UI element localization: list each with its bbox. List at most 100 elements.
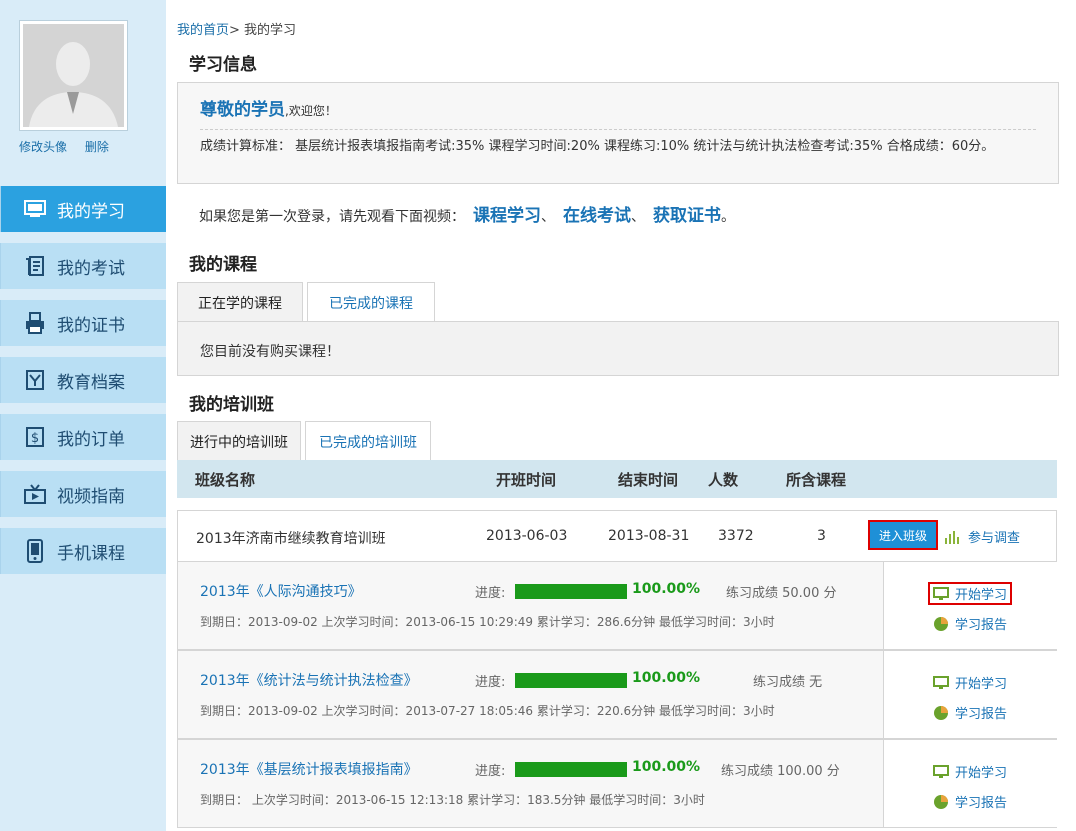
study-report-button[interactable]: 学习报告 [933, 792, 1007, 811]
sidebar-item-video-guide[interactable]: 视频指南 [0, 471, 166, 517]
study-report-button[interactable]: 学习报告 [933, 614, 1007, 633]
video-link-get-certificate[interactable]: 获取证书 [653, 206, 721, 226]
training-tabs: 进行中的培训班 已完成的培训班 [177, 421, 435, 461]
course-title-link[interactable]: 2013年《人际沟通技巧》 [200, 581, 362, 601]
divider [200, 129, 1036, 130]
delete-avatar-link[interactable]: 删除 [85, 140, 109, 154]
progress-bar [515, 762, 627, 777]
header-count: 人数 [708, 470, 739, 489]
header-class-name: 班级名称 [195, 470, 256, 489]
monitor-icon [933, 586, 949, 601]
breadcrumb: 我的首页> 我的学习 [177, 19, 296, 38]
start-study-label: 开始学习 [955, 588, 1008, 603]
tab-completed-training[interactable]: 已完成的培训班 [305, 421, 431, 461]
progress-label: 进度: [475, 764, 506, 779]
archive-icon [23, 368, 47, 392]
practice-score: 练习成绩 100.00 分 [721, 764, 840, 779]
sidebar-item-my-exams[interactable]: 我的考试 [0, 243, 166, 289]
course-row: 2013年《人际沟通技巧》 进度: 100.00% 练习成绩 50.00 分 到… [177, 561, 1057, 650]
start-study-button[interactable]: 开始学习 [928, 582, 1013, 605]
tab-ongoing-training[interactable]: 进行中的培训班 [177, 421, 301, 461]
sidebar-item-mobile-courses[interactable]: 手机课程 [0, 528, 166, 574]
progress-label: 进度: [475, 675, 506, 690]
sidebar-item-label: 手机课程 [57, 543, 125, 564]
svg-text:$: $ [31, 431, 39, 446]
class-count: 3372 [718, 528, 754, 544]
link-separator: 、 [631, 209, 645, 225]
course-title-link[interactable]: 2013年《基层统计报表填报指南》 [200, 759, 418, 779]
avatar[interactable] [19, 20, 128, 131]
progress-label: 进度: [475, 586, 506, 601]
breadcrumb-separator: > [229, 23, 240, 38]
progress-bar [515, 673, 627, 688]
bar-chart-icon [944, 530, 960, 544]
enter-class-button[interactable]: 进入班级 [868, 520, 938, 550]
course-title-link[interactable]: 2013年《统计法与统计执法检查》 [200, 670, 418, 690]
welcome-text: ,欢迎您！ [285, 104, 337, 118]
pie-chart-icon [933, 794, 949, 810]
start-study-button[interactable]: 开始学习 [933, 673, 1007, 692]
start-study-button[interactable]: 开始学习 [933, 762, 1007, 781]
start-study-label: 开始学习 [955, 677, 1008, 692]
video-link-online-exam[interactable]: 在线考试 [563, 206, 631, 226]
monitor-icon [23, 197, 47, 221]
sidebar-item-label: 我的订单 [57, 429, 125, 450]
course-meta: 到期日：2013-09-02 上次学习时间：2013-07-27 18:05:4… [200, 704, 775, 718]
avatar-placeholder-icon [23, 24, 124, 127]
class-name: 2013年济南市继续教育培训班 [196, 531, 386, 547]
progress-value: 100.00% [632, 670, 701, 686]
exam-paper-icon [23, 254, 47, 278]
sidebar-item-my-certificates[interactable]: 我的证书 [0, 300, 166, 346]
sidebar-item-my-study[interactable]: 我的学习 [0, 186, 166, 232]
sidebar: 修改头像 删除 我的学习 我的考试 我的证书 教育档案 $ 我的订单 视频指南 … [0, 0, 166, 831]
course-row: 2013年《统计法与统计执法检查》 进度: 100.00% 练习成绩 无 到期日… [177, 650, 1057, 739]
header-start-date: 开班时间 [496, 470, 557, 489]
change-avatar-link[interactable]: 修改头像 [19, 140, 67, 154]
link-separator: 。 [721, 209, 735, 225]
practice-score: 练习成绩 无 [753, 675, 823, 690]
tv-icon [23, 482, 47, 506]
start-study-label: 开始学习 [955, 766, 1008, 781]
training-title: 我的培训班 [189, 395, 274, 415]
sidebar-item-label: 教育档案 [57, 372, 125, 393]
grading-criteria: 成绩计算标准： 基层统计报表填报指南考试:35% 课程学习时间:20% 课程练习… [200, 139, 995, 154]
course-meta: 到期日：2013-09-02 上次学习时间：2013-06-15 10:29:4… [200, 615, 775, 629]
sidebar-item-education-archive[interactable]: 教育档案 [0, 357, 166, 403]
breadcrumb-current: 我的学习 [239, 23, 297, 38]
study-info-box: 尊敬的学员,欢迎您！ 成绩计算标准： 基层统计报表填报指南考试:35% 课程学习… [177, 82, 1059, 184]
study-report-label: 学习报告 [955, 796, 1008, 811]
course-row: 2013年《基层统计报表填报指南》 进度: 100.00% 练习成绩 100.0… [177, 739, 1057, 828]
monitor-icon [933, 675, 949, 690]
survey-label: 参与调查 [968, 531, 1021, 546]
pie-chart-icon [933, 705, 949, 721]
progress-value: 100.00% [632, 581, 701, 597]
header-courses: 所含课程 [786, 470, 847, 489]
order-icon: $ [23, 425, 47, 449]
monitor-icon [933, 764, 949, 779]
tab-completed-courses[interactable]: 已完成的课程 [307, 282, 435, 322]
phone-icon [23, 539, 47, 563]
course-actions: 开始学习 学习报告 [883, 562, 1057, 649]
tab-current-courses[interactable]: 正在学的课程 [177, 282, 303, 322]
class-course-count: 3 [817, 528, 826, 544]
sidebar-item-label: 我的证书 [57, 315, 125, 336]
breadcrumb-home-link[interactable]: 我的首页 [177, 23, 229, 38]
sidebar-item-my-orders[interactable]: $ 我的订单 [0, 414, 166, 460]
header-end-date: 结束时间 [618, 470, 679, 489]
video-link-course-study[interactable]: 课程学习 [473, 206, 541, 226]
sidebar-nav: 我的学习 我的考试 我的证书 教育档案 $ 我的订单 视频指南 手机课程 [0, 186, 166, 585]
class-end-date: 2013-08-31 [608, 528, 690, 544]
first-login-text: 如果您是第一次登录，请先观看下面视频： [199, 209, 465, 225]
sidebar-item-label: 我的学习 [57, 201, 125, 222]
pie-chart-icon [933, 616, 949, 632]
course-tabs: 正在学的课程 已完成的课程 [177, 282, 439, 322]
greeting: 尊敬的学员 [200, 100, 285, 120]
study-report-button[interactable]: 学习报告 [933, 703, 1007, 722]
practice-score: 练习成绩 50.00 分 [726, 586, 837, 601]
table-row: 2013年济南市继续教育培训班 2013-06-03 2013-08-31 33… [177, 510, 1057, 562]
course-meta: 到期日： 上次学习时间：2013-06-15 12:13:18 累计学习：183… [200, 793, 705, 807]
course-actions: 开始学习 学习报告 [883, 651, 1057, 738]
printer-icon [23, 311, 47, 335]
first-login-hint: 如果您是第一次登录，请先观看下面视频： 课程学习、 在线考试、 获取证书。 [199, 201, 735, 226]
survey-link[interactable]: 参与调查 [944, 527, 1020, 546]
